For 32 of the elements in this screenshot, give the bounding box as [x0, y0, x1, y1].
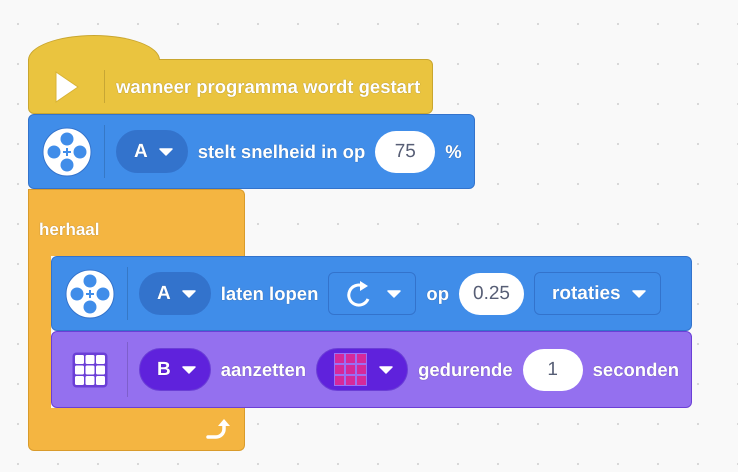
block-label: op: [426, 282, 449, 304]
block-label: aanzetten: [220, 358, 306, 380]
caret-icon: [182, 366, 196, 374]
play-icon: [54, 70, 78, 102]
motor-block[interactable]: A laten lopen op 0.25 rotaties: [51, 256, 692, 331]
port-dropdown[interactable]: A: [139, 272, 211, 315]
motor-icon: [42, 126, 92, 176]
caret-icon: [379, 366, 394, 374]
port-dropdown[interactable]: B: [139, 348, 211, 391]
block-label: seconden: [592, 358, 679, 380]
number-field[interactable]: 75: [375, 130, 436, 172]
block-label: %: [445, 140, 462, 162]
caret-icon: [632, 290, 646, 298]
block-label: gedurende: [418, 358, 513, 380]
number-field[interactable]: 0.25: [459, 272, 524, 314]
motor-block[interactable]: A stelt snelheid in op 75 %: [28, 114, 475, 189]
motor-icon: [64, 268, 114, 318]
caret-icon: [387, 290, 402, 298]
port-dropdown[interactable]: A: [116, 130, 188, 173]
number-field[interactable]: 1: [522, 348, 583, 390]
unit-dropdown[interactable]: rotaties: [534, 272, 661, 315]
matrix-icon: [72, 352, 108, 388]
direction-dropdown[interactable]: [328, 272, 416, 315]
block-label: wanneer programma wordt gestart: [116, 76, 420, 98]
loop-label: herhaal: [39, 220, 100, 240]
block-label: laten lopen: [220, 282, 318, 304]
return-arrow-icon: [204, 417, 230, 441]
caret-icon: [158, 148, 173, 156]
block-label: stelt snelheid in op: [198, 140, 366, 162]
light-block[interactable]: B aanzetten gedurende 1 seconden: [51, 331, 692, 408]
pixel-grid-icon: [334, 352, 368, 386]
caret-icon: [182, 290, 196, 298]
